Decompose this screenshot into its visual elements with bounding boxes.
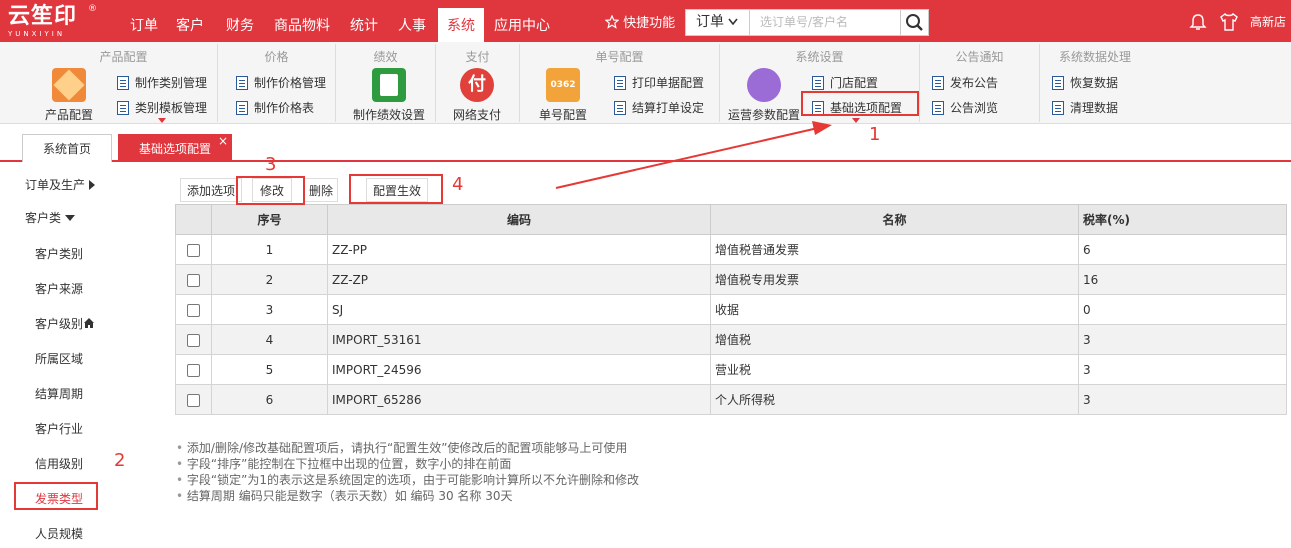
annotation-arrow-icon — [555, 121, 832, 189]
